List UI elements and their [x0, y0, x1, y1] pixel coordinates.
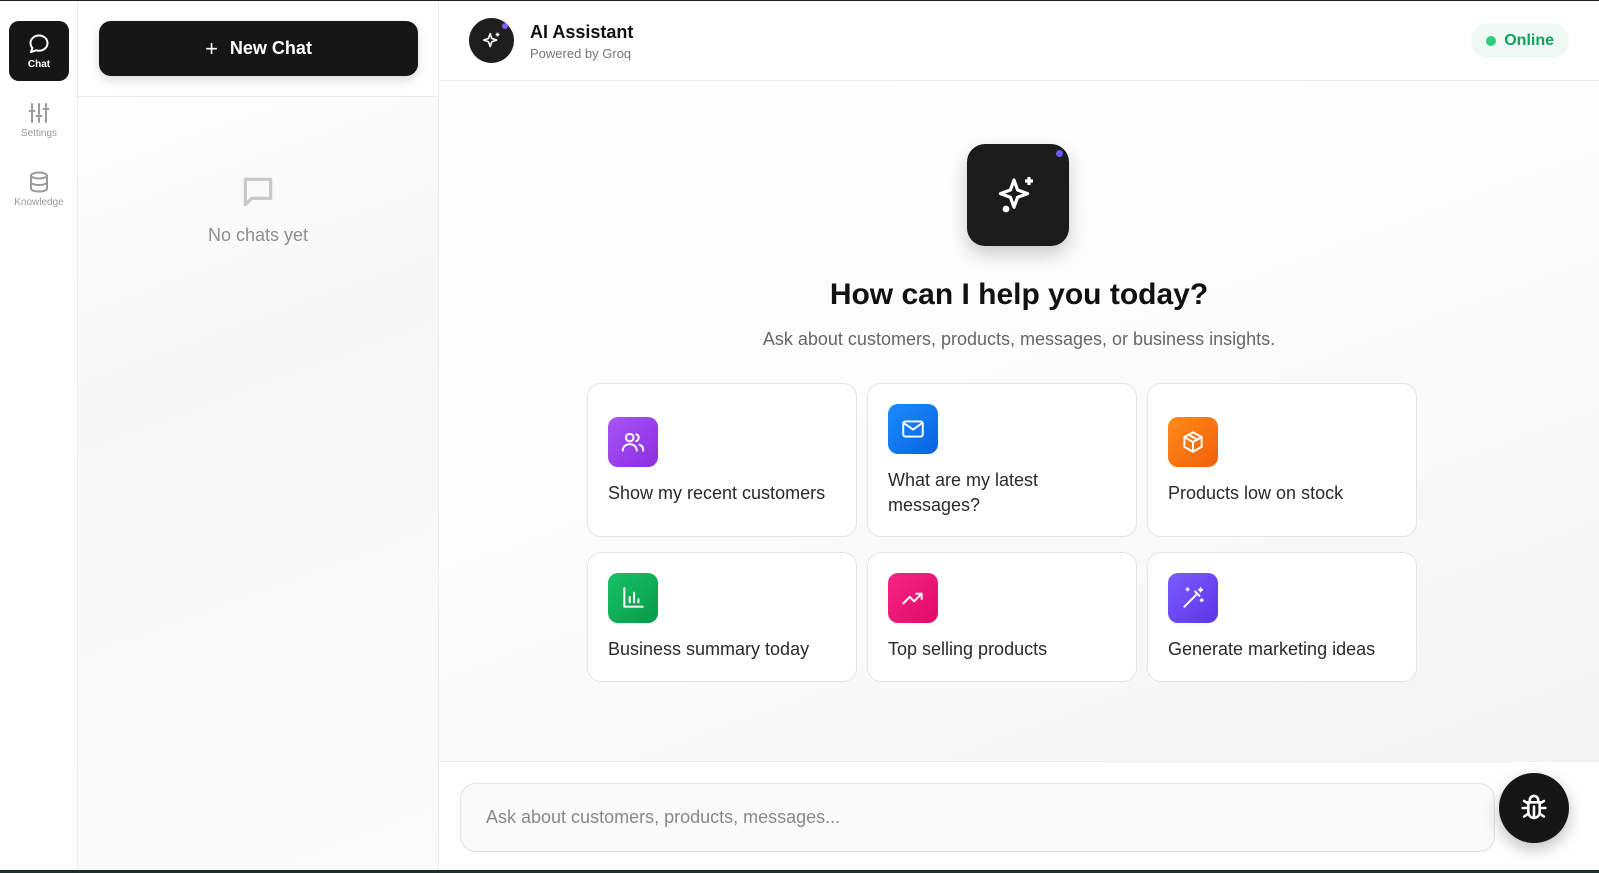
database-icon: [30, 171, 48, 193]
suggestion-card-customers[interactable]: Show my recent customers: [587, 383, 857, 537]
chat-empty-icon: [243, 177, 273, 207]
sparkles-icon: [998, 177, 1033, 213]
suggestion-card-summary[interactable]: Business summary today: [587, 552, 857, 682]
welcome-subtitle: Ask about customers, products, messages,…: [762, 329, 1276, 349]
chat-list-panel: + New Chat No chats yet: [78, 1, 439, 870]
rail-label-chat: Chat: [27, 59, 51, 70]
bar-chart-icon: [608, 573, 658, 623]
suggestion-label: Show my recent customers: [608, 483, 826, 503]
trending-up-icon: [888, 573, 938, 623]
composer-bar: [439, 761, 1599, 870]
empty-chats-text: No chats yet: [207, 225, 309, 245]
debug-button[interactable]: [1499, 773, 1569, 843]
rail-item-knowledge[interactable]: Knowledge: [9, 159, 69, 219]
rail-item-chat[interactable]: Chat: [9, 21, 69, 81]
status-badge: Online: [1471, 23, 1569, 58]
assistant-subtitle: Powered by Groq: [530, 46, 632, 61]
chat-list-header: + New Chat: [78, 1, 438, 97]
suggestion-card-marketing[interactable]: Generate marketing ideas: [1147, 552, 1417, 682]
new-chat-label: New Chat: [229, 38, 312, 58]
sliders-icon: [28, 103, 50, 123]
sparkles-icon: [482, 32, 499, 47]
chat-bubble-icon: [29, 34, 49, 53]
rail-item-settings[interactable]: Settings: [9, 90, 69, 150]
suggestion-card-messages[interactable]: What are my latest messages?: [867, 383, 1137, 537]
suggestion-label: Products low on stock: [1168, 483, 1344, 503]
plus-icon: +: [205, 35, 218, 61]
hero-logo: [967, 144, 1069, 246]
suggestion-label: Business summary today: [608, 639, 810, 659]
welcome-title: How can I help you today?: [829, 278, 1209, 311]
empty-chats-state: No chats yet: [78, 173, 438, 246]
assistant-avatar: [469, 18, 514, 63]
online-dot-icon: [1486, 35, 1497, 46]
suggestion-label: What are my latest messages?: [888, 470, 1039, 515]
rail-label-knowledge: Knowledge: [14, 197, 64, 208]
suggestion-label: Generate marketing ideas: [1168, 639, 1376, 659]
magic-wand-icon: [1168, 573, 1218, 623]
suggestion-card-top-selling[interactable]: Top selling products: [867, 552, 1137, 682]
message-input[interactable]: [460, 783, 1495, 852]
box-icon: [1168, 417, 1218, 467]
icon-rail: Chat Settings Knowledge: [0, 1, 78, 870]
chat-header: AI Assistant Powered by Groq Online: [439, 1, 1599, 81]
status-text: Online: [1504, 31, 1554, 49]
bug-icon: [1521, 794, 1547, 820]
mail-icon: [888, 404, 938, 454]
rail-label-settings: Settings: [20, 128, 58, 139]
main-area: AI Assistant Powered by Groq Online How …: [439, 1, 1599, 870]
suggestion-card-stock[interactable]: Products low on stock: [1147, 383, 1417, 537]
assistant-title: AI Assistant: [530, 22, 634, 42]
users-icon: [608, 417, 658, 467]
suggestion-label: Top selling products: [888, 639, 1048, 659]
new-chat-button[interactable]: + New Chat: [99, 21, 418, 76]
